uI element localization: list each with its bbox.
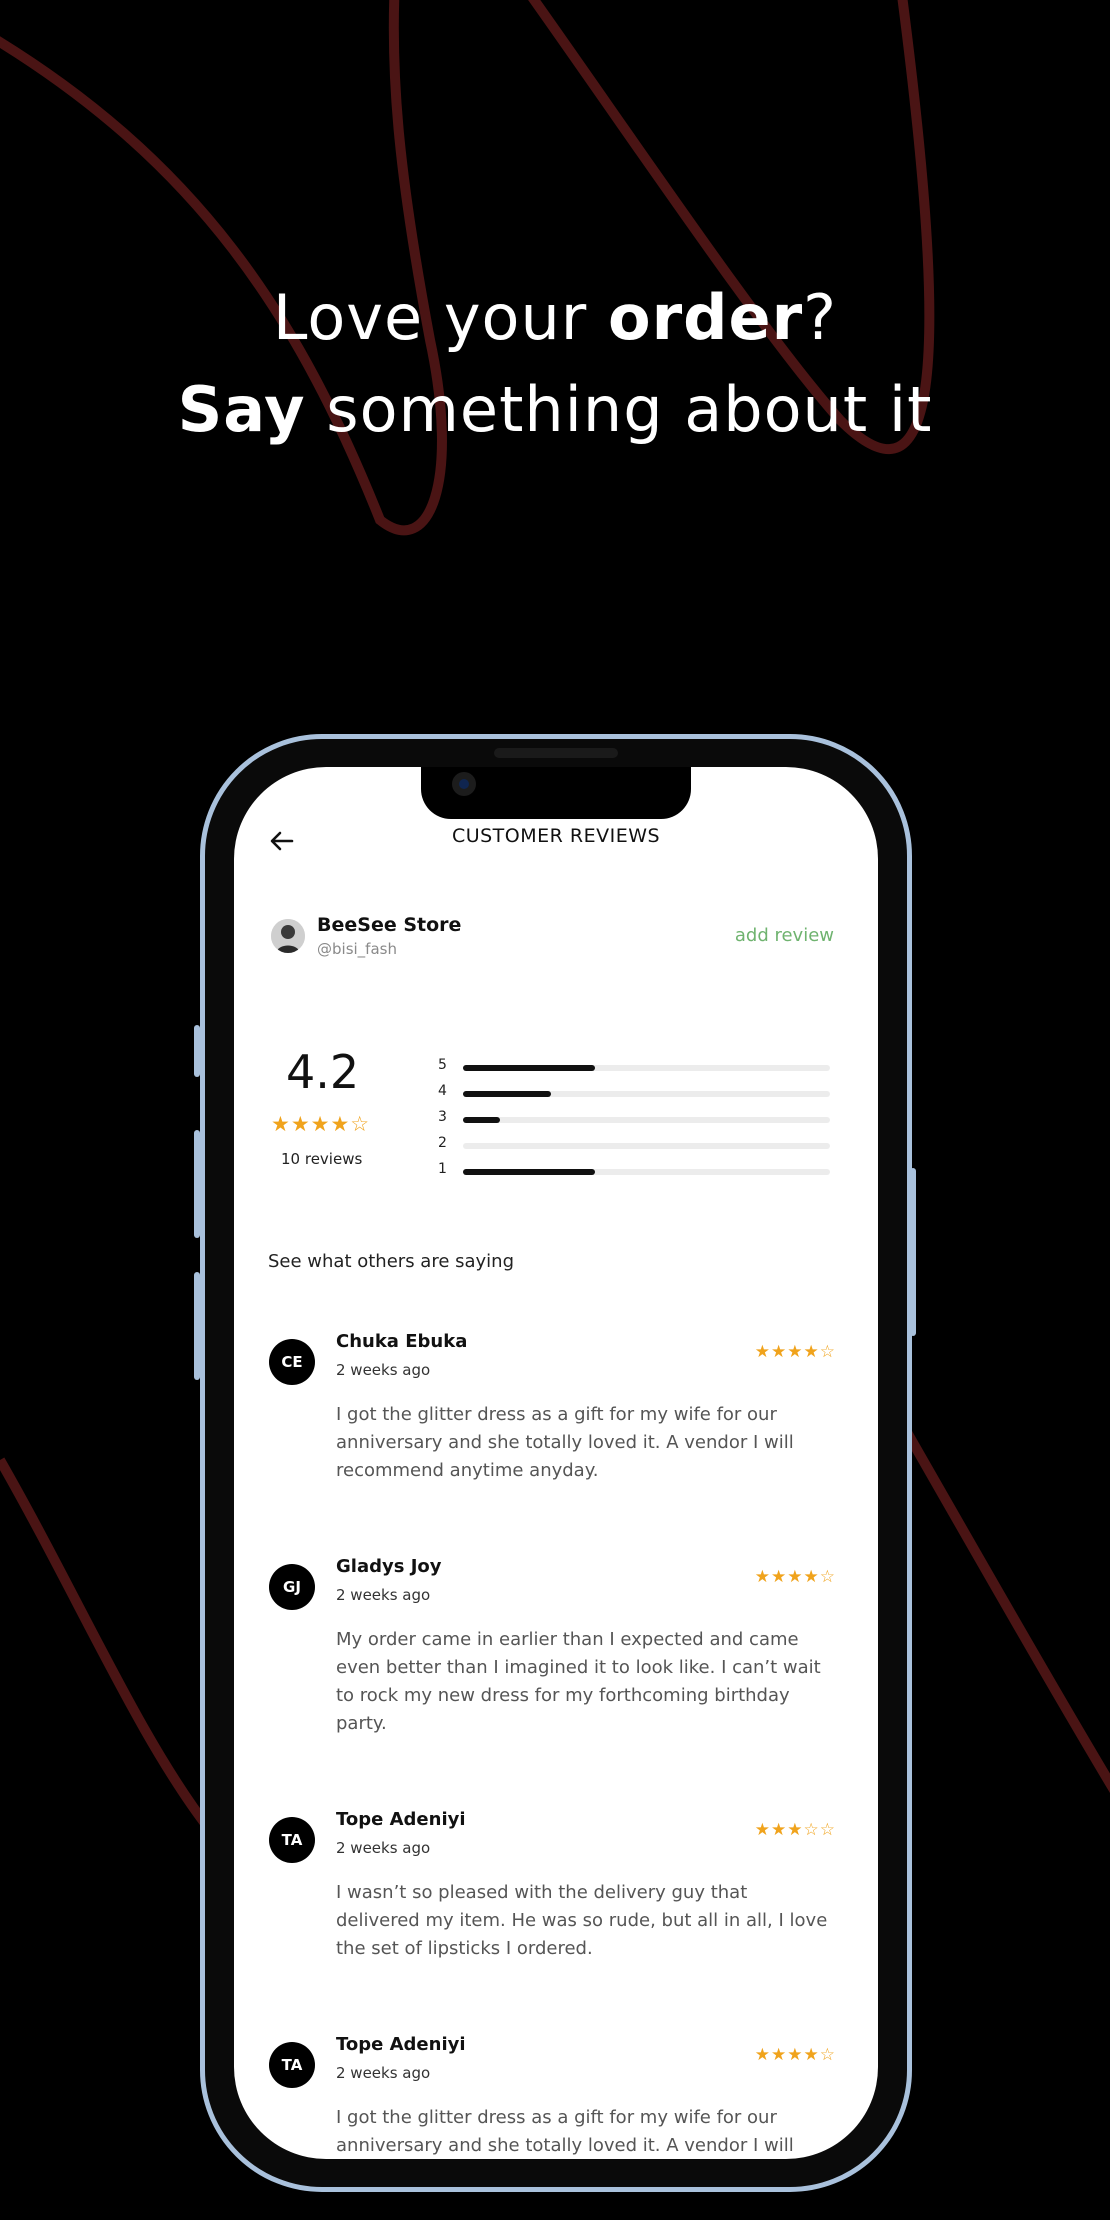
headline-text: something about it (305, 373, 933, 446)
review-stars: ★★★★☆ (754, 1342, 836, 1362)
headline-text: ? (803, 281, 838, 354)
reviews-count: 10 reviews (281, 1150, 363, 1168)
section-title: See what others are saying (268, 1251, 515, 1272)
rating-bar-label: 4 (438, 1083, 447, 1099)
rating-bar-row: 4 (438, 1083, 840, 1103)
store-name: BeeSee Store (317, 914, 462, 936)
headline-line-1: Love your order? (0, 272, 1110, 364)
headline-bold: Say (177, 373, 306, 446)
rating-bar-label: 3 (438, 1109, 447, 1125)
review-time: 2 weeks ago (336, 1361, 431, 1379)
rating-bar-track (463, 1169, 830, 1175)
review-time: 2 weeks ago (336, 1586, 431, 1604)
review-text: I wasn’t so pleased with the delivery gu… (336, 1882, 828, 1959)
review-text: I got the glitter dress as a gift for my… (336, 2107, 794, 2156)
review-text: My order came in earlier than I expected… (336, 1629, 821, 1734)
review-time: 2 weeks ago (336, 2064, 431, 2082)
reviewer-avatar: TA (269, 1817, 315, 1863)
headline-bold: order (607, 281, 804, 354)
rating-bar-fill (463, 1169, 596, 1175)
review-time: 2 weeks ago (336, 1839, 431, 1857)
front-camera-icon (452, 772, 476, 796)
reviewer-avatar: CE (269, 1339, 315, 1385)
reviewer-name: Chuka Ebuka (336, 1331, 468, 1352)
rating-bar-fill (463, 1065, 596, 1071)
store-handle: @bisi_fash (317, 940, 397, 958)
reviewer-avatar: GJ (269, 1564, 315, 1610)
rating-bar-label: 2 (438, 1135, 447, 1151)
headline-line-2: Say something about it (0, 364, 1110, 456)
rating-bar-track (463, 1091, 830, 1097)
promo-headline: Love your order? Say something about it (0, 272, 1110, 456)
rating-bar-fill (463, 1091, 552, 1097)
average-rating-stars: ★★★★☆ (271, 1112, 371, 1136)
review-stars: ★★★☆☆ (754, 1820, 836, 1840)
review-stars: ★★★★☆ (754, 1567, 836, 1587)
average-rating: 4.2 (286, 1045, 360, 1099)
rating-bar-track (463, 1065, 830, 1071)
rating-bar-row: 2 (438, 1135, 840, 1155)
promo-frame: Love your order? Say something about it … (0, 0, 1110, 2220)
review-text: I got the glitter dress as a gift for my… (336, 1404, 794, 1481)
rating-bar-track (463, 1143, 830, 1149)
review-stars: ★★★★☆ (754, 2045, 836, 2065)
rating-bar-row: 5 (438, 1057, 840, 1077)
store-avatar (271, 919, 305, 953)
reviewer-name: Tope Adeniyi (336, 1809, 466, 1830)
reviewer-name: Tope Adeniyi (336, 2034, 466, 2055)
add-review-link[interactable]: add review (735, 925, 834, 946)
rating-bar-row: 1 (438, 1161, 840, 1181)
phone-speaker (494, 748, 618, 758)
rating-bar-label: 5 (438, 1057, 447, 1073)
headline-text: Love your (272, 281, 608, 354)
rating-bar-label: 1 (438, 1161, 447, 1177)
phone-screen: CUSTOMER REVIEWS BeeSee Store @bisi_fash… (234, 767, 878, 2159)
rating-bar-row: 3 (438, 1109, 840, 1129)
store-avatar-image (271, 919, 305, 953)
reviewer-avatar: TA (269, 2042, 315, 2088)
reviewer-name: Gladys Joy (336, 1556, 442, 1577)
rating-bar-track (463, 1117, 830, 1123)
page-title: CUSTOMER REVIEWS (451, 825, 661, 847)
rating-bar-fill (463, 1117, 500, 1123)
